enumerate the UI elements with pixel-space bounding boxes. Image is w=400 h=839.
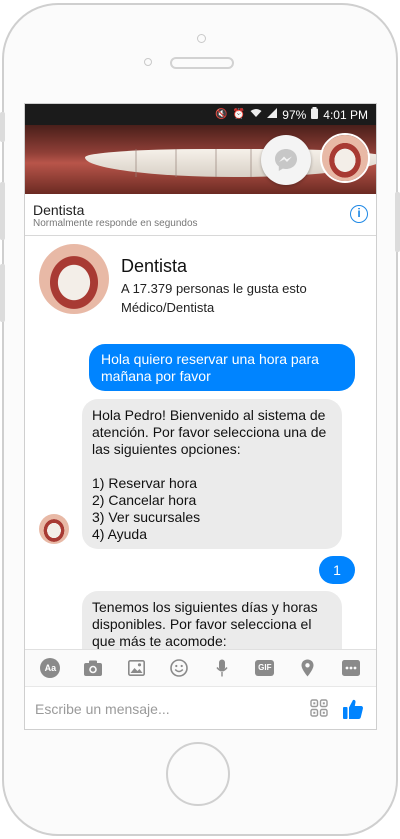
info-icon[interactable]: i bbox=[350, 205, 368, 223]
page-name: Dentista bbox=[33, 202, 85, 218]
text-style-button[interactable]: Aa bbox=[39, 657, 61, 679]
battery-icon bbox=[311, 107, 319, 122]
message-list: Hola quiero reservar una hora para mañan… bbox=[25, 330, 376, 649]
profile-title: Dentista bbox=[121, 256, 188, 276]
side-button bbox=[0, 264, 5, 322]
message-input[interactable]: Escribe un mensaje... bbox=[35, 701, 170, 717]
page-avatar[interactable] bbox=[320, 133, 370, 183]
gallery-button[interactable] bbox=[125, 657, 147, 679]
location-icon bbox=[301, 659, 314, 677]
speaker bbox=[170, 57, 234, 69]
voice-button[interactable] bbox=[211, 657, 233, 679]
alarm-icon: ⏰ bbox=[232, 109, 246, 120]
signal-icon bbox=[267, 108, 278, 121]
response-time: Normalmente responde en segundos bbox=[33, 218, 198, 229]
more-button[interactable] bbox=[340, 657, 362, 679]
page-profile-card: Dentista A 17.379 personas le gusta esto… bbox=[25, 236, 376, 331]
page-category: Médico/Dentista bbox=[121, 300, 215, 315]
message-bubble-incoming[interactable]: Tenemos los siguientes días y horas disp… bbox=[82, 591, 342, 649]
qr-icon[interactable] bbox=[310, 699, 328, 717]
message-bubble-incoming[interactable]: Hola Pedro! Bienvenido al sistema de ate… bbox=[82, 399, 342, 549]
front-camera bbox=[197, 34, 206, 43]
more-icon bbox=[341, 660, 360, 676]
chat-header: Dentista Normalmente responde en segundo… bbox=[25, 194, 376, 236]
camera-icon bbox=[84, 660, 103, 676]
sensor bbox=[144, 58, 152, 66]
aa-icon: Aa bbox=[40, 658, 61, 678]
messenger-button[interactable] bbox=[261, 135, 311, 185]
mic-icon bbox=[216, 659, 228, 677]
cover-photo bbox=[25, 125, 376, 194]
image-icon bbox=[127, 660, 145, 676]
clock: 4:01 PM bbox=[323, 107, 368, 122]
message-composer: Escribe un mensaje... bbox=[25, 686, 376, 729]
side-button bbox=[0, 112, 5, 142]
location-button[interactable] bbox=[297, 657, 319, 679]
mute-icon: 🔇 bbox=[215, 109, 228, 120]
composer-toolbar: Aa GIF bbox=[25, 649, 376, 686]
emoji-icon bbox=[170, 659, 188, 677]
gif-button[interactable]: GIF bbox=[254, 657, 276, 679]
messenger-icon bbox=[275, 149, 297, 171]
battery-percent: 97% bbox=[282, 107, 307, 122]
wifi-icon bbox=[250, 108, 262, 121]
emoji-button[interactable] bbox=[168, 657, 190, 679]
side-button bbox=[0, 182, 5, 240]
home-button[interactable] bbox=[166, 742, 230, 806]
status-bar: 🔇 ⏰ 97% 4:01 PM bbox=[25, 104, 376, 125]
camera-button[interactable] bbox=[82, 657, 104, 679]
side-button bbox=[395, 192, 400, 252]
thumbs-up-icon[interactable] bbox=[342, 698, 364, 720]
screen: 🔇 ⏰ 97% 4:01 PM Dentista Normalmente res… bbox=[24, 103, 377, 730]
message-bubble-outgoing[interactable]: 1 bbox=[319, 556, 355, 584]
sender-avatar bbox=[39, 514, 69, 544]
message-bubble-outgoing[interactable]: Hola quiero reservar una hora para mañan… bbox=[89, 344, 355, 391]
profile-picture[interactable] bbox=[39, 244, 109, 314]
gif-icon: GIF bbox=[255, 660, 275, 676]
likes-count: A 17.379 personas le gusta esto bbox=[121, 281, 307, 296]
